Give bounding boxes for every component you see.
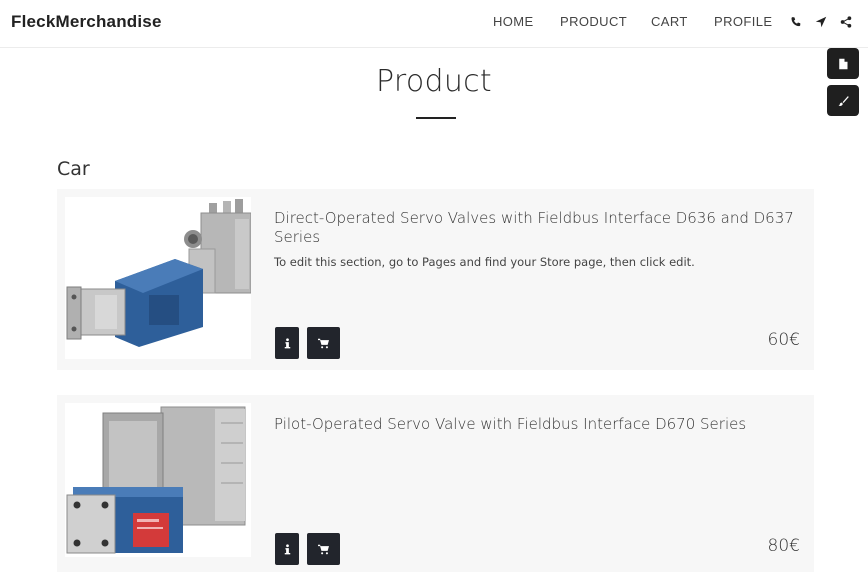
nav-profile[interactable]: PROFILE: [714, 14, 772, 29]
category-heading: Car: [57, 158, 90, 180]
cart-icon: [318, 338, 329, 349]
brand-logo[interactable]: FleckMerchandise: [11, 12, 162, 32]
page-title: Product: [375, 64, 492, 99]
site-header: FleckMerchandise HOME PRODUCT CART PROFI…: [0, 0, 868, 48]
title-divider: [416, 117, 456, 119]
cart-icon: [318, 544, 329, 555]
nav-home[interactable]: HOME: [493, 14, 534, 29]
info-button[interactable]: [275, 327, 299, 359]
info-icon: [282, 543, 293, 555]
nav-product[interactable]: PRODUCT: [560, 14, 627, 29]
add-to-cart-button[interactable]: [307, 327, 340, 359]
product-image[interactable]: [65, 403, 251, 557]
nav-cart[interactable]: CART: [651, 14, 688, 29]
product-price: 60€: [767, 330, 800, 350]
product-name[interactable]: Direct-Operated Servo Valves with Fieldb…: [274, 209, 799, 247]
product-card: Pilot-Operated Servo Valve with Fieldbus…: [57, 395, 814, 572]
info-button[interactable]: [275, 533, 299, 565]
phone-icon[interactable]: [789, 14, 803, 30]
share-icon[interactable]: [839, 14, 853, 30]
add-to-cart-button[interactable]: [307, 533, 340, 565]
product-card: Direct-Operated Servo Valves with Fieldb…: [57, 189, 814, 370]
info-icon: [282, 337, 293, 349]
location-arrow-icon[interactable]: [814, 14, 828, 30]
product-image[interactable]: [65, 197, 251, 359]
product-description: To edit this section, go to Pages and fi…: [274, 255, 695, 269]
product-name[interactable]: Pilot-Operated Servo Valve with Fieldbus…: [274, 415, 799, 434]
product-price: 80€: [767, 536, 800, 556]
